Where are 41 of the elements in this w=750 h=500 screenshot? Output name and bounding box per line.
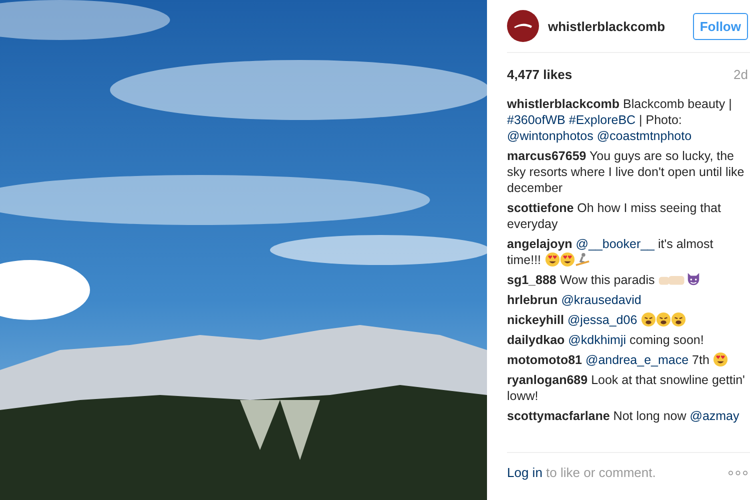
comment-link[interactable]: @wintonphotos: [507, 129, 594, 143]
comment-link[interactable]: @krausedavid: [561, 293, 642, 307]
likes-count[interactable]: 4,477 likes: [507, 67, 572, 82]
username[interactable]: whistlerblackcomb: [548, 18, 693, 34]
heart-eyes-face-icon: [712, 352, 728, 367]
comment-username[interactable]: ryanlogan689: [507, 373, 588, 387]
comment-username[interactable]: marcus67659: [507, 149, 586, 163]
comment: motomoto81 @andrea_e_mace 7th: [507, 352, 747, 368]
weary-face-icon: [656, 312, 671, 327]
comment-link[interactable]: @kdkhimji: [568, 333, 626, 347]
comment-link[interactable]: #ExploreBC: [568, 113, 636, 127]
logo-avatar-icon[interactable]: [507, 10, 539, 42]
more-options-icon[interactable]: [728, 470, 748, 476]
comment-link[interactable]: #360ofWB: [507, 113, 566, 127]
comment: ryanlogan689 Look at that snowline gettin' loww!: [507, 372, 746, 404]
comment-link[interactable]: @__booker__: [576, 237, 655, 251]
heart-eyes-face-icon: [560, 252, 575, 267]
comment-link[interactable]: @jessa_d06: [567, 313, 638, 327]
comment: whistlerblackcomb Blackcomb beauty | #360ofWB #ExploreBC | Photo: @wintonphotos @coastmtnphoto: [507, 96, 733, 144]
comment: angelajoyn @__booker__ it's almost time!!!: [507, 236, 714, 268]
comment-username[interactable]: motomoto81: [507, 353, 582, 367]
comment-username[interactable]: scottiefone: [507, 201, 574, 215]
comment: dailydkao @kdkhimji coming soon!: [507, 332, 705, 348]
comment-link[interactable]: @andrea_e_mace: [586, 353, 689, 367]
snowboarder-icon: [574, 252, 590, 267]
heart-eyes-face-icon: [544, 252, 560, 267]
comment-username[interactable]: scottymacfarlane: [507, 409, 610, 423]
comment-username[interactable]: dailydkao: [507, 333, 565, 347]
comment-username[interactable]: hrlebrun: [507, 293, 558, 307]
comment-link[interactable]: @coastmtnphoto: [596, 129, 692, 143]
comment: sg1_888 Wow this paradis: [507, 272, 747, 288]
comment-username[interactable]: sg1_888: [507, 273, 556, 287]
devil-face-icon: [686, 272, 702, 287]
login-prompt: Log in to like or comment.: [507, 465, 656, 480]
comment-link[interactable]: @azmay: [690, 409, 740, 423]
comment-username[interactable]: angelajoyn: [507, 237, 572, 251]
weary-face-icon: [670, 312, 686, 327]
comment: scottymacfarlane Not long now @azmay: [507, 408, 740, 424]
comment-username[interactable]: nickeyhill: [507, 313, 564, 327]
comment-username[interactable]: whistlerblackcomb: [507, 97, 620, 111]
login-link[interactable]: Log in: [507, 465, 542, 480]
